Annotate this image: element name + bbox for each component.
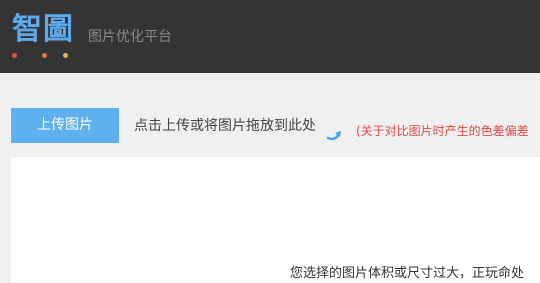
logo-dot-yellow [63, 53, 68, 58]
upload-hint-text: 点击上传或将图片拖放到此处 [134, 118, 316, 134]
logo-dot-orange [42, 53, 47, 58]
oversize-error: 您选择的图片体积或尺寸过大，正玩命处 [290, 262, 540, 282]
top-header: 智圖 图片优化平台 [0, 0, 540, 73]
oversize-error-text: 您选择的图片体积或尺寸过大，正玩命处 [290, 266, 525, 281]
logo-dot-red [12, 53, 17, 58]
curved-arrow-icon [326, 131, 341, 141]
logo[interactable]: 智圖 [12, 10, 74, 50]
platform-subtitle: 图片优化平台 [88, 29, 172, 45]
color-difference-note-text: (关于对比图片时产生的色差偏差 [356, 124, 529, 138]
upload-image-button[interactable]: 上传图片 [11, 108, 119, 143]
color-difference-note: (关于对比图片时产生的色差偏差 [356, 120, 540, 139]
